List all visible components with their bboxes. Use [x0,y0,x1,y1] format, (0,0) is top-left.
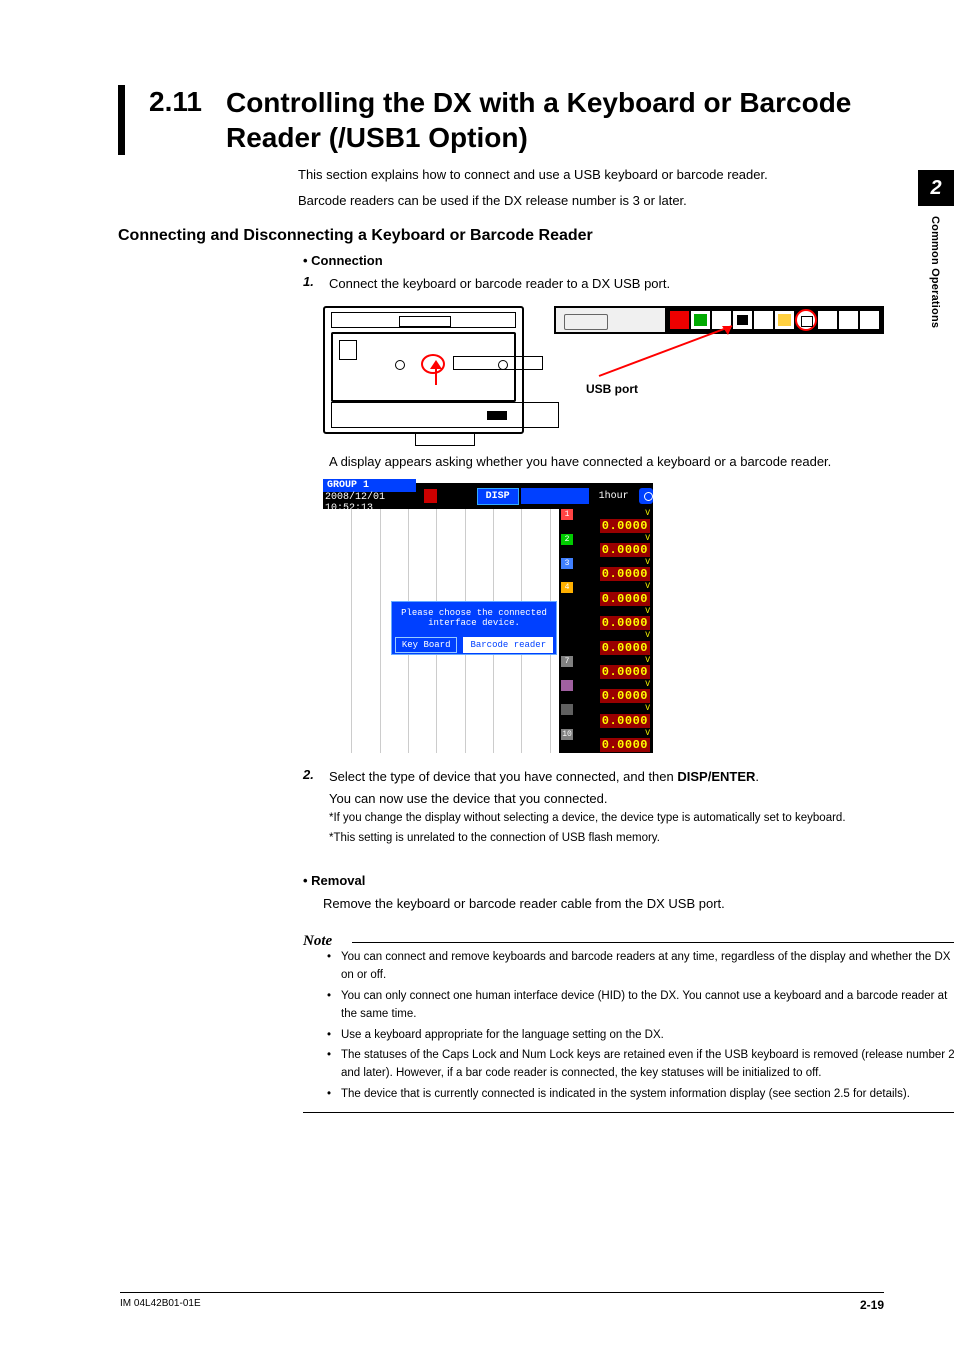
note-rule-bottom [303,1112,954,1113]
channel-value: 0.0000 [600,714,650,728]
step-text: Connect the keyboard or barcode reader t… [329,274,670,294]
dx-front-illustration [323,306,524,434]
after-image-text: A display appears asking whether you hav… [329,452,884,472]
disp-button[interactable]: DISP [477,488,519,505]
device-select-dialog: Please choose the connected interface de… [391,601,557,655]
note-item: The device that is currently connected i… [323,1086,954,1104]
step-text: Select the type of device that you have … [329,767,759,787]
time-scale: 1hour [599,491,629,502]
note-item: Use a keyboard appropriate for the langu… [323,1027,954,1045]
channel-unit: V [645,558,650,567]
channel-unit: V [645,704,650,713]
chapter-tab: 2 Common Operations [918,170,954,328]
channel-tag: 1 [561,509,573,520]
channel-unit: V [645,656,650,665]
channel-value: 0.0000 [600,738,650,752]
channel-value: 0.0000 [600,543,650,557]
channel-row: 2 V0.0000 [559,534,653,558]
channel-tag: 2 [561,534,573,545]
status-icon [838,310,859,330]
note-list: You can connect and remove keyboards and… [323,949,954,1104]
dialog-text-2: interface device. [392,618,556,628]
channel-tag: 3 [561,558,573,569]
barcode-reader-button[interactable]: Barcode reader [463,637,553,653]
channel-row: V0.0000 [559,680,653,704]
channel-unit: V [645,509,650,518]
keyboard-button[interactable]: Key Board [395,637,458,653]
step-2: 2. Select the type of device that you ha… [303,767,884,787]
channel-row: 10 V0.0000 [559,729,653,753]
channel-row: 4 V0.0000 [559,582,653,606]
footer-right: 2-19 [860,1298,884,1312]
page-footer: IM 04L42B01-01E 2-19 [120,1292,884,1312]
channel-unit: V [645,680,650,689]
connection-heading: Connection [303,253,884,268]
channel-tag [561,631,573,642]
intro-line-1: This section explains how to connect and… [298,165,884,185]
channel-value: 0.0000 [600,567,650,581]
channel-unit: V [645,607,650,616]
channel-row: V0.0000 [559,704,653,728]
channel-tag [561,607,573,618]
chapter-number: 2 [918,170,954,206]
channel-row: 7 V0.0000 [559,656,653,680]
channel-value: 0.0000 [600,616,650,630]
removal-text: Remove the keyboard or barcode reader ca… [323,894,884,914]
channel-unit: V [645,582,650,591]
status-icon [859,310,880,330]
note-rule-top [352,942,954,943]
step-number: 2. [303,767,329,787]
channel-value: 0.0000 [600,665,650,679]
channel-readouts: 1V0.00002V0.00003V0.00004V0.0000V0.0000V… [559,509,653,753]
toolbar-strip [521,488,589,504]
dialog-text-1: Please choose the connected [392,608,556,618]
channel-unit: V [645,729,650,738]
chapter-label: Common Operations [918,206,941,328]
intro-line-2: Barcode readers can be used if the DX re… [298,191,884,211]
removal-heading: Removal [303,873,884,888]
alarm-icon [424,489,437,503]
usb-port-label: USB port [586,382,884,396]
channel-row: V0.0000 [559,631,653,655]
section-header: 2.11 Controlling the DX with a Keyboard … [118,85,884,155]
channel-unit: V [645,534,650,543]
step-2-note-2: *This setting is unrelated to the connec… [329,830,884,847]
note-item: You can connect and remove keyboards and… [323,949,954,985]
page: 2 Common Operations 2.11 Controlling the… [0,0,954,1350]
device-illustration: USB port [323,306,884,434]
subsection-heading: Connecting and Disconnecting a Keyboard … [118,227,884,245]
note-item: The statuses of the Caps Lock and Num Lo… [323,1047,954,1083]
section-title: Controlling the DX with a Keyboard or Ba… [226,85,884,155]
channel-row: V0.0000 [559,607,653,631]
channel-row: 1 V0.0000 [559,509,653,533]
callout-arrow-icon [544,308,804,378]
step-number: 1. [303,274,329,294]
channel-value: 0.0000 [600,641,650,655]
note-item: You can only connect one human interface… [323,988,954,1024]
step-1: 1. Connect the keyboard or barcode reade… [303,274,884,294]
group-label: GROUP 1 [323,479,416,492]
channel-tag: 10 [561,729,573,740]
channel-tag [561,680,573,691]
channel-value: 0.0000 [600,689,650,703]
step-2-note-1: *If you change the display without selec… [329,810,884,827]
title-bar [118,85,125,155]
channel-tag: 7 [561,656,573,667]
channel-unit: V [645,631,650,640]
section-number: 2.11 [149,85,202,119]
channel-tag [561,704,573,715]
camera-icon [639,488,653,504]
channel-value: 0.0000 [600,592,650,606]
status-icon [817,310,838,330]
footer-left: IM 04L42B01-01E [120,1298,201,1312]
recorder-screenshot: GROUP 1 2008/12/01 10:52:13 DISP 1hour 2… [323,483,884,753]
step-2-sub: You can now use the device that you conn… [329,789,884,809]
channel-row: 3 V0.0000 [559,558,653,582]
channel-value: 0.0000 [600,519,650,533]
channel-tag: 4 [561,582,573,593]
